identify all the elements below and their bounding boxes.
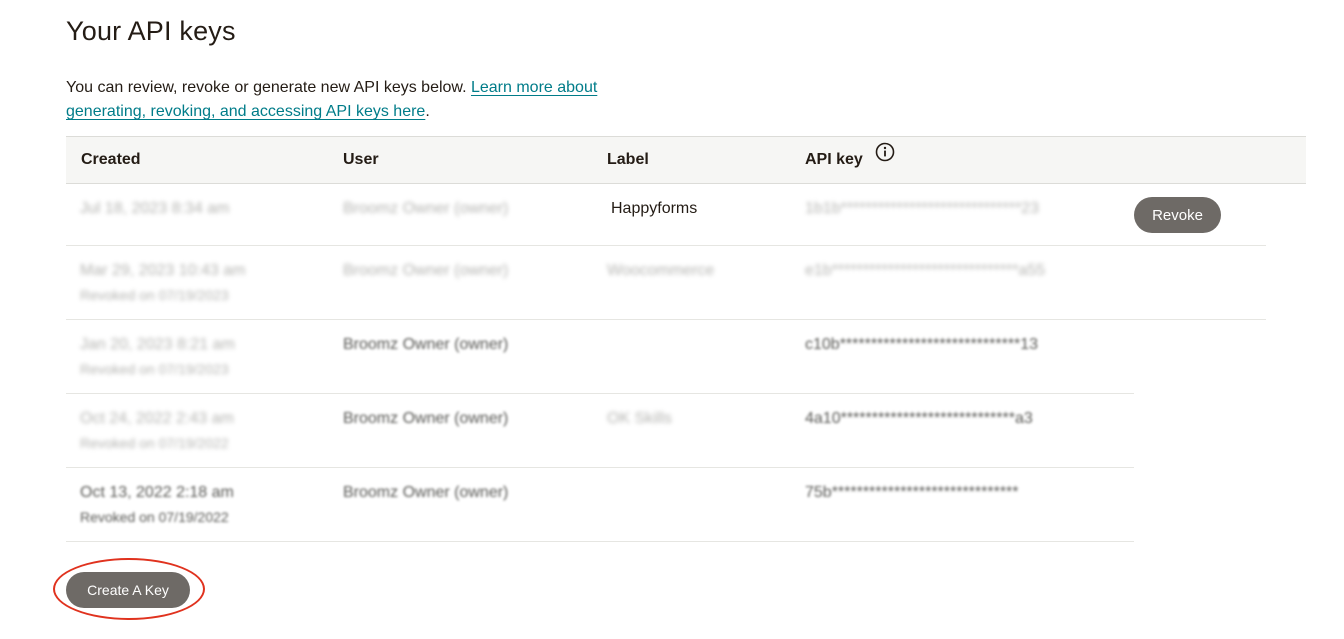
revoked-date: Revoked on 07/19/2023 [80, 287, 229, 303]
intro-text: You can review, revoke or generate new A… [66, 76, 666, 124]
info-icon[interactable] [875, 135, 895, 181]
created-date: Oct 24, 2022 2:43 am [80, 410, 234, 427]
create-key-button[interactable]: Create A Key [66, 572, 190, 608]
user-name: Broomz Owner (owner) [343, 262, 509, 279]
key-label: OK Skills [607, 410, 672, 427]
intro-description: You can review, revoke or generate new A… [66, 79, 471, 96]
column-header-user: User [343, 151, 379, 168]
api-key-header-label: API key [805, 151, 863, 168]
key-label: Woocommerce [607, 262, 715, 279]
api-key-value: e1b******************************a55 [805, 262, 1046, 279]
table-row: Jul 18, 2023 8:34 am Broomz Owner (owner… [66, 184, 1266, 246]
table-row: Oct 24, 2022 2:43 am Revoked on 07/19/20… [66, 394, 1134, 468]
intro-end: . [425, 103, 430, 120]
table-header: Created User Label API key [66, 136, 1306, 184]
api-key-value: 75b****************************** [805, 484, 1019, 501]
table-row: Jan 20, 2023 8:21 am Revoked on 07/19/20… [66, 320, 1134, 394]
column-header-api-key: API key [805, 137, 895, 183]
api-key-value: 4a10****************************a3 [805, 410, 1033, 427]
revoked-date: Revoked on 07/19/2022 [80, 509, 229, 525]
column-header-label: Label [607, 151, 649, 168]
created-date: Jan 20, 2023 8:21 am [80, 336, 235, 353]
user-name: Broomz Owner (owner) [343, 410, 509, 427]
api-key-value: c10b*****************************13 [805, 336, 1039, 353]
api-key-value: 1b1b*****************************23 [805, 200, 1039, 217]
user-name: Broomz Owner (owner) [343, 336, 509, 353]
revoked-date: Revoked on 07/19/2023 [80, 361, 229, 377]
column-header-created: Created [81, 151, 141, 168]
key-label: Happyforms [611, 200, 698, 217]
created-date: Mar 29, 2023 10:43 am [80, 262, 246, 279]
revoked-date: Revoked on 07/19/2022 [80, 435, 229, 451]
api-keys-page: Your API keys You can review, revoke or … [0, 0, 1344, 639]
created-date: Jul 18, 2023 8:34 am [80, 200, 230, 217]
user-name: Broomz Owner (owner) [343, 484, 509, 501]
table-row: Mar 29, 2023 10:43 am Revoked on 07/19/2… [66, 246, 1266, 320]
revoke-button[interactable]: Revoke [1134, 197, 1221, 233]
table-row: Oct 13, 2022 2:18 am Revoked on 07/19/20… [66, 468, 1134, 542]
created-date: Oct 13, 2022 2:18 am [80, 484, 234, 501]
user-name: Broomz Owner (owner) [343, 200, 509, 217]
page-title: Your API keys [66, 16, 236, 46]
